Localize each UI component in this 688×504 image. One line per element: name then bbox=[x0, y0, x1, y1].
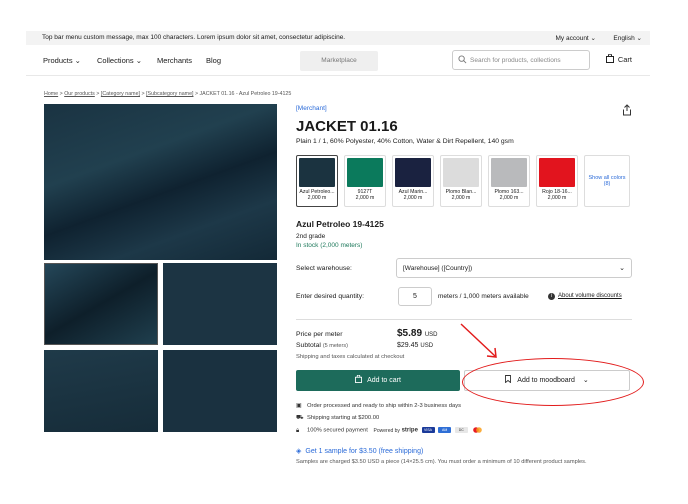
color-swatch[interactable]: Plomo Blan... 2,000 m bbox=[440, 155, 482, 207]
thumbnail-3[interactable] bbox=[44, 350, 158, 432]
product-description: Plain 1 / 1, 60% Polyester, 40% Cotton, … bbox=[296, 138, 514, 145]
feature-payment: 🔒︎ 100% secured payment Powered by stripe… bbox=[296, 427, 484, 435]
swatch-qty: 2,000 m bbox=[547, 195, 567, 201]
annotation-arrow-icon bbox=[460, 323, 497, 358]
chevron-down-icon: ⌄ bbox=[619, 265, 625, 272]
truck-icon: ⛟ bbox=[296, 415, 304, 421]
warehouse-label: Select warehouse: bbox=[296, 265, 352, 272]
swatch-qty: 2,000 m bbox=[403, 195, 423, 201]
color-swatch[interactable]: Azul Marin... 2,000 m bbox=[392, 155, 434, 207]
warehouse-value: [Warehouse] ([Country]) bbox=[403, 265, 473, 272]
swatch-color bbox=[443, 158, 479, 187]
product-title: JACKET 01.16 bbox=[296, 118, 398, 135]
bag-icon bbox=[605, 53, 614, 63]
swatch-color bbox=[491, 158, 527, 187]
info-icon: i bbox=[548, 293, 555, 300]
lock-icon: 🔒︎ bbox=[296, 427, 300, 434]
search-input[interactable]: Search for products, collections bbox=[452, 50, 590, 70]
breadcrumb: Home > Our products > [Category name] > … bbox=[44, 91, 292, 97]
price-value: $5.89 USD bbox=[397, 328, 438, 339]
language-selector[interactable]: English ⌄ bbox=[613, 34, 642, 42]
add-to-cart-label: Add to cart bbox=[367, 377, 401, 384]
subtotal-label: Subtotal (5 meters) bbox=[296, 342, 348, 349]
divider bbox=[296, 319, 632, 320]
variant-name: Azul Petroleo 19-4125 bbox=[296, 219, 384, 229]
swatch-qty: 2,000 m bbox=[307, 195, 327, 201]
search-placeholder: Search for products, collections bbox=[470, 57, 561, 64]
amex-icon: AM bbox=[438, 427, 452, 433]
nav-merchants[interactable]: Merchants bbox=[157, 56, 192, 65]
breadcrumb-our-products[interactable]: Our products bbox=[64, 91, 95, 97]
package-icon: ▣ bbox=[296, 403, 302, 409]
bag-icon bbox=[355, 374, 363, 383]
sample-note: Samples are charged $3.50 USD a piece (1… bbox=[296, 459, 587, 465]
swatch-color bbox=[395, 158, 431, 187]
mastercard-icon bbox=[471, 427, 484, 433]
thumbnail-4[interactable] bbox=[163, 350, 277, 432]
thumbnail-2[interactable] bbox=[163, 263, 277, 345]
tag-icon: ◈ bbox=[296, 448, 302, 455]
color-swatch[interactable]: Rojo 18-16... 2,000 m bbox=[536, 155, 578, 207]
powered-by-label: Powered by bbox=[373, 427, 400, 434]
swatch-color bbox=[347, 158, 383, 187]
quantity-input[interactable]: 5 bbox=[398, 287, 432, 306]
top-bar-message: Top bar menu custom message, max 100 cha… bbox=[42, 34, 346, 41]
color-swatch[interactable]: 9127T 2,000 m bbox=[344, 155, 386, 207]
color-swatch[interactable]: Plomo 163... 2,000 m bbox=[488, 155, 530, 207]
availability-text: meters / 1,000 meters available bbox=[438, 293, 529, 300]
my-account-menu[interactable]: My account ⌄ bbox=[556, 34, 597, 42]
breadcrumb-subcategory[interactable]: [Subcategory name] bbox=[146, 91, 193, 97]
price-label: Price per meter bbox=[296, 331, 343, 338]
cart-label: Cart bbox=[617, 55, 632, 64]
search-icon bbox=[458, 55, 467, 64]
quantity-label: Enter desired quantity: bbox=[296, 293, 365, 300]
volume-discounts-link[interactable]: About volume discounts bbox=[558, 293, 622, 299]
subtotal-value: $29.45 USD bbox=[397, 342, 434, 349]
annotation-circle bbox=[462, 358, 644, 406]
color-swatch[interactable]: Azul Petroleo... 2,000 m bbox=[296, 155, 338, 207]
add-to-cart-button[interactable]: Add to cart bbox=[296, 370, 460, 391]
stripe-logo: stripe bbox=[401, 427, 418, 434]
breadcrumb-category[interactable]: [Category name] bbox=[101, 91, 140, 97]
visa-icon: VISA bbox=[421, 427, 435, 433]
breadcrumb-current: JACKET 01.16 - Azul Petroleo 19-4125 bbox=[199, 91, 292, 97]
main-nav: Products ⌄ Collections ⌄ Merchants Blog … bbox=[26, 46, 650, 76]
stock-status: In stock (2,000 meters) bbox=[296, 242, 363, 249]
cart-button[interactable]: Cart bbox=[605, 53, 632, 64]
warehouse-select[interactable]: [Warehouse] ([Country]) ⌄ bbox=[396, 258, 632, 278]
main-product-image[interactable] bbox=[44, 104, 277, 260]
shipping-note: Shipping and taxes calculated at checkou… bbox=[296, 354, 405, 360]
share-icon[interactable] bbox=[622, 104, 632, 116]
nav-collections[interactable]: Collections ⌄ bbox=[97, 56, 142, 65]
swatch-color bbox=[299, 158, 335, 187]
feature-processing: ▣ Order processed and ready to ship withi… bbox=[296, 403, 462, 409]
feature-shipping: ⛟ Shipping starting at $200.00 bbox=[296, 415, 380, 421]
grade-label: 2nd grade bbox=[296, 233, 326, 240]
merchant-link[interactable]: [Merchant] bbox=[296, 105, 327, 112]
marketplace-logo[interactable]: Marketplace bbox=[300, 51, 378, 71]
nav-products[interactable]: Products ⌄ bbox=[43, 56, 81, 65]
top-bar: Top bar menu custom message, max 100 cha… bbox=[26, 31, 650, 45]
nav-blog[interactable]: Blog bbox=[206, 56, 221, 65]
swatch-color bbox=[539, 158, 575, 187]
swatch-qty: 2,000 m bbox=[499, 195, 519, 201]
sample-offer-link[interactable]: ◈ Get 1 sample for $3.50 (free shipping) bbox=[296, 447, 423, 455]
show-all-colors-button[interactable]: Show all colors (8) bbox=[584, 155, 630, 207]
swatch-qty: 2,000 m bbox=[451, 195, 471, 201]
breadcrumb-home[interactable]: Home bbox=[44, 91, 58, 97]
discover-icon: DC bbox=[454, 427, 468, 433]
thumbnail-1[interactable] bbox=[44, 263, 158, 345]
swatch-qty: 2,000 m bbox=[355, 195, 375, 201]
